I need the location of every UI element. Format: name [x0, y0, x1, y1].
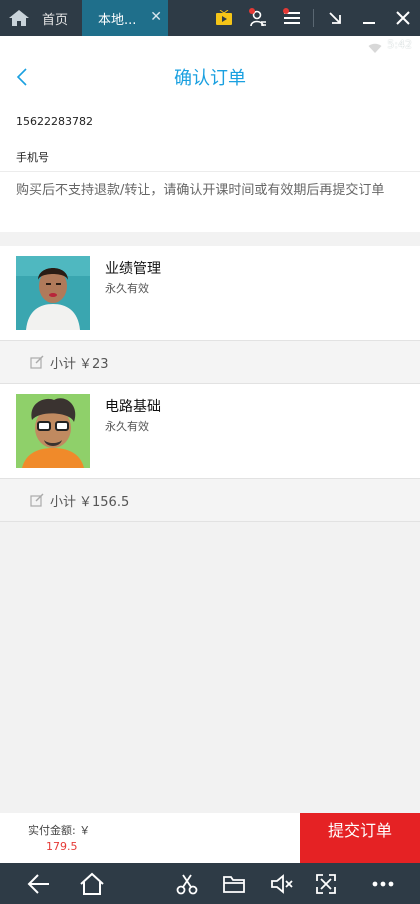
submit-order-button[interactable]: 提交订单 — [300, 813, 420, 863]
menu-icon[interactable] — [275, 0, 309, 36]
scissors-icon[interactable] — [176, 872, 198, 896]
section-gap — [0, 232, 420, 246]
list-item[interactable]: 业绩管理 永久有效 — [0, 246, 420, 340]
folder-icon[interactable] — [222, 872, 246, 896]
pay-label: 实付金额: ￥ — [28, 824, 91, 837]
notification-dot — [249, 8, 255, 14]
subtotal-value: ￥23 — [79, 356, 109, 372]
collapse-icon[interactable] — [318, 0, 352, 36]
app-header: 确认订单 — [0, 54, 420, 100]
order-list: 业绩管理 永久有效 小计 ￥23 电路基础 永久有效 小计 ￥156.5 — [0, 246, 420, 522]
fullscreen-icon[interactable] — [315, 872, 337, 896]
back-arrow-icon[interactable] — [26, 872, 52, 896]
tab-close-icon[interactable]: ✕ — [150, 9, 162, 25]
contact-info: 15622283782 手机号 购买后不支持退款/转让，请确认开课时间或有效期后… — [0, 100, 420, 232]
notification-dot — [283, 8, 289, 14]
tv-icon[interactable] — [207, 0, 241, 36]
course-thumbnail — [16, 394, 90, 468]
divider — [313, 9, 314, 27]
list-item[interactable]: 电路基础 永久有效 — [0, 384, 420, 478]
purchase-notice: 购买后不支持退款/转让，请确认开课时间或有效期后再提交订单 — [16, 183, 385, 198]
course-validity: 永久有效 — [105, 282, 149, 295]
home-icon[interactable] — [79, 872, 105, 896]
subtotal-label: 小计 — [50, 356, 77, 372]
close-icon[interactable] — [386, 0, 420, 36]
tab-local-label: 本地... — [98, 12, 137, 28]
pay-amount: 179.5 — [46, 840, 78, 853]
status-time: 5:42 — [387, 38, 412, 51]
status-bar: 5:42 — [0, 36, 420, 54]
checkout-bar: 实付金额: ￥ 179.5 提交订单 — [0, 813, 420, 863]
course-validity: 永久有效 — [105, 420, 149, 433]
edit-icon[interactable] — [30, 355, 44, 369]
phone-number: 15622283782 — [16, 114, 93, 128]
subtotal-label: 小计 — [50, 494, 77, 510]
subtotal-row: 小计 ￥23 — [0, 340, 420, 384]
mute-icon[interactable] — [270, 872, 294, 896]
more-icon[interactable] — [372, 872, 394, 896]
course-name: 电路基础 — [105, 399, 161, 415]
emulator-top-bar: 首页 本地... ✕ — [0, 0, 420, 36]
tab-local[interactable]: 本地... ✕ — [82, 0, 169, 36]
course-name: 业绩管理 — [105, 261, 161, 277]
minimize-icon[interactable] — [352, 0, 386, 36]
edit-icon[interactable] — [30, 493, 44, 507]
page-title: 确认订单 — [174, 68, 246, 89]
course-thumbnail — [16, 256, 90, 330]
tab-home-label: 首页 — [42, 12, 69, 28]
emulator-bottom-bar — [0, 863, 420, 904]
user-icon[interactable] — [241, 0, 275, 36]
tab-home[interactable]: 首页 — [38, 0, 82, 36]
subtotal-value: ￥156.5 — [79, 494, 130, 510]
emulator-home-icon[interactable] — [0, 0, 38, 36]
subtotal-row: 小计 ￥156.5 — [0, 478, 420, 522]
phone-label: 手机号 — [0, 142, 420, 172]
